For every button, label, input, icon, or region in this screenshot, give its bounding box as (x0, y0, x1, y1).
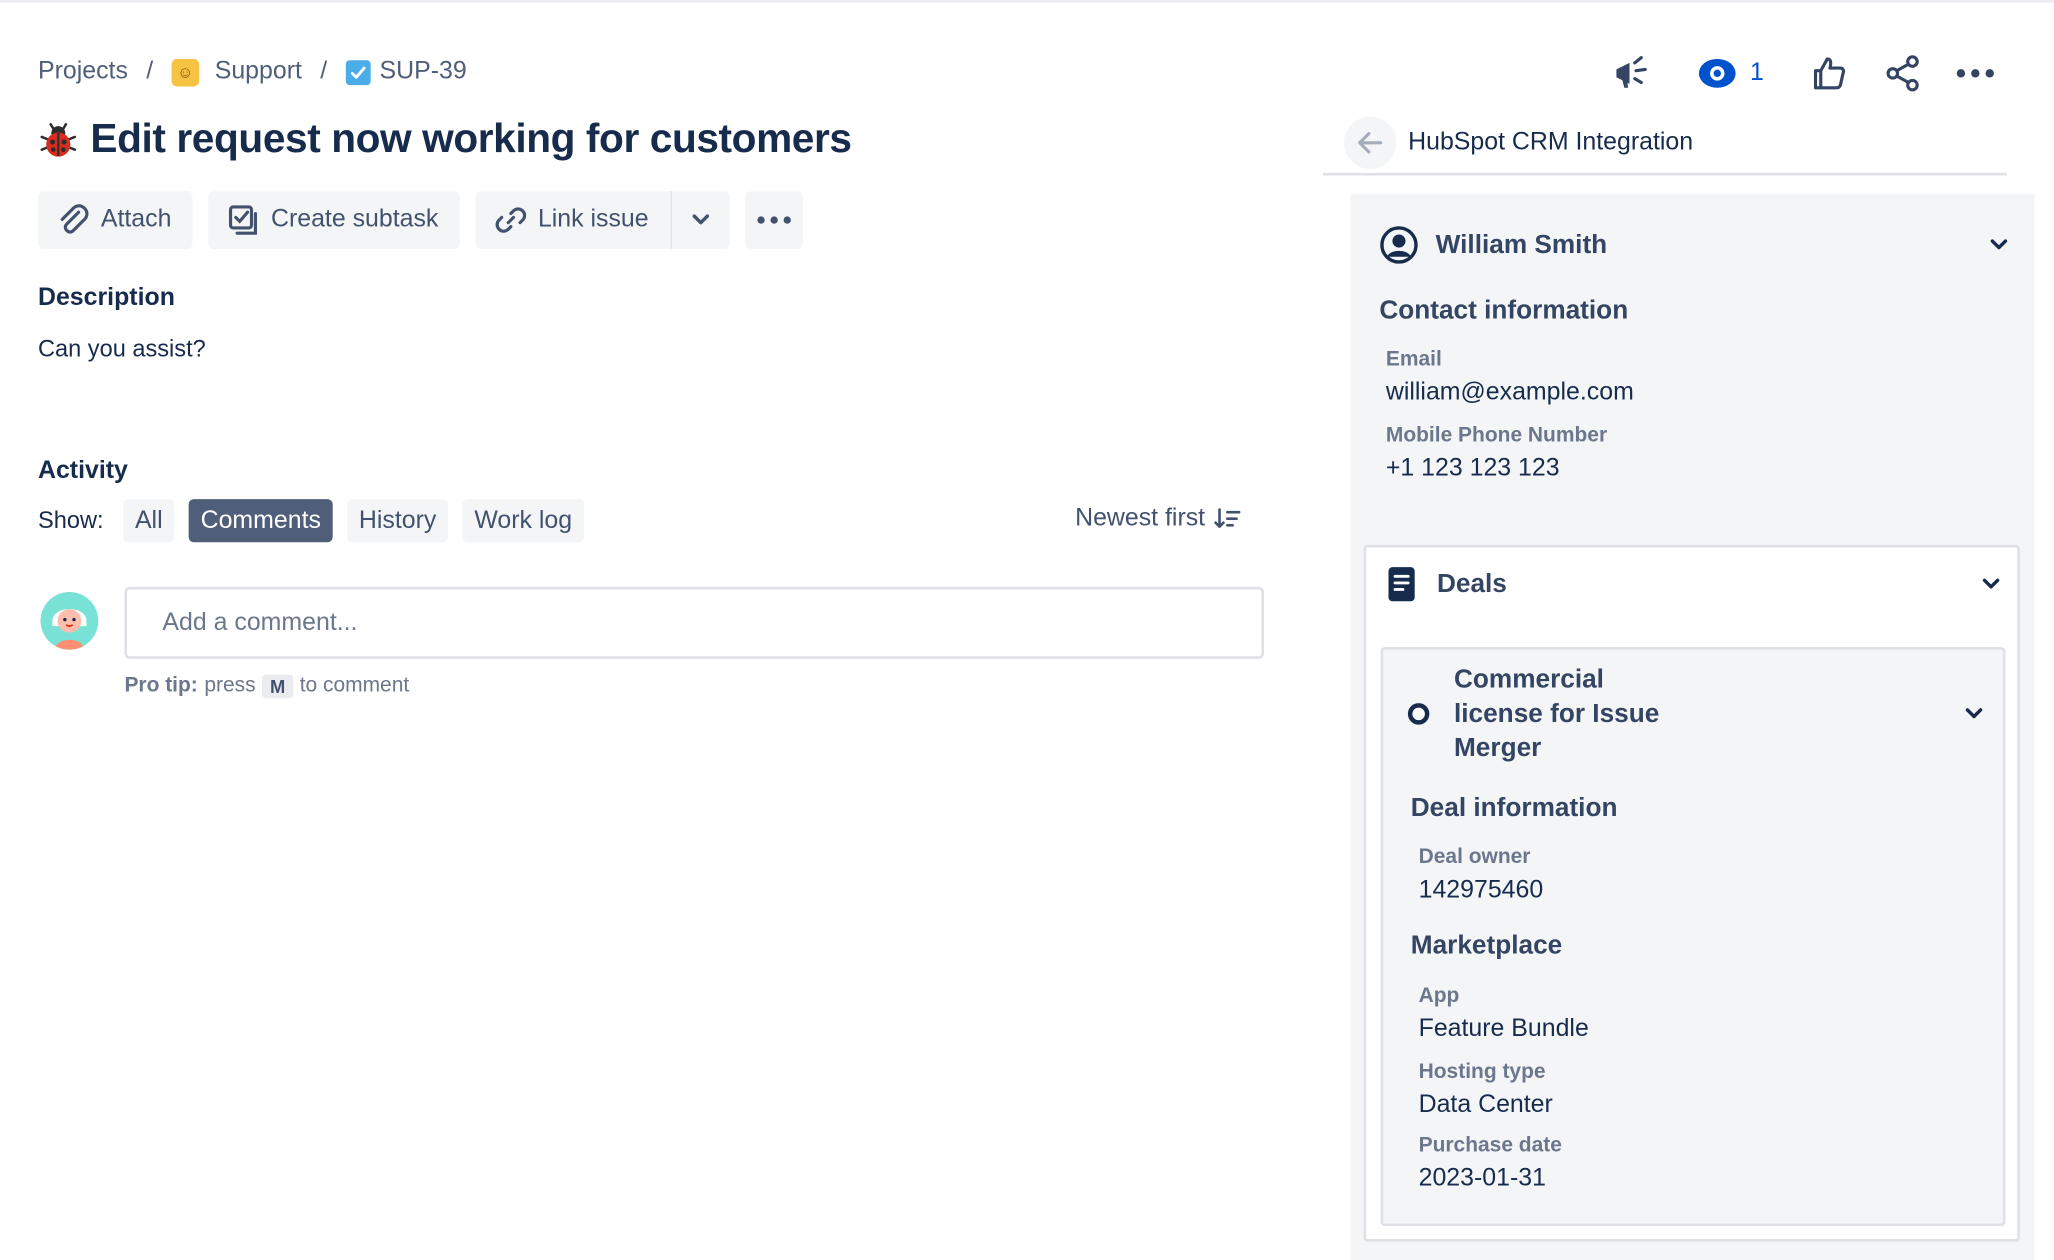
phone-value[interactable]: +1 123 123 123 (1386, 455, 1560, 484)
breadcrumb-issue[interactable]: SUP-39 (345, 57, 467, 87)
deal-item: Commercial license for Issue Merger Deal… (1380, 647, 2006, 1227)
arrow-left-icon (1358, 132, 1383, 154)
link-issue-button[interactable]: Link issue (475, 191, 673, 249)
deal-name-line: Merger (1453, 733, 1542, 763)
subtask-icon (228, 205, 257, 235)
pro-tip: Pro tip: press M to comment (124, 674, 410, 699)
filter-work-log[interactable]: Work log (462, 499, 584, 543)
pro-tip-rest: to comment (299, 674, 410, 697)
app-label: App (1418, 985, 1460, 1008)
attach-button[interactable]: Attach (37, 191, 193, 249)
sort-order-button[interactable]: Newest first (1075, 504, 1242, 533)
attach-label: Attach (100, 205, 172, 234)
avatar (40, 592, 99, 650)
deal-info-heading: Deal information (1410, 793, 1618, 823)
chevron-down-icon (692, 214, 710, 225)
link-issue-dropdown[interactable] (672, 191, 730, 249)
task-checkbox-icon (345, 59, 371, 85)
chevron-down-icon (1990, 239, 2008, 250)
watch-count: 1 (1750, 58, 1764, 87)
hosting-type-value: Data Center (1418, 1091, 1553, 1119)
activity-heading: Activity (37, 457, 128, 485)
purchase-date-value: 2023-01-31 (1418, 1164, 1546, 1193)
sort-descending-icon (1214, 508, 1241, 528)
breadcrumb-separator: / (146, 57, 154, 86)
email-label: Email (1385, 348, 1442, 371)
deals-toggle[interactable]: Deals (1387, 563, 2000, 605)
deal-name-line: license for Issue (1453, 699, 1660, 729)
contact-info-heading: Contact information (1379, 296, 1629, 325)
document-icon (1388, 567, 1415, 602)
description-text[interactable]: Can you assist? (38, 335, 206, 363)
filter-comments[interactable]: Comments (188, 499, 333, 543)
bug-icon (40, 122, 77, 156)
email-value[interactable]: william@example.com (1386, 379, 1634, 408)
ellipsis-icon (757, 216, 792, 224)
more-actions-icon[interactable] (1956, 51, 1995, 96)
eye-icon (1698, 58, 1736, 88)
link-issue-split-button: Link issue (475, 191, 730, 249)
breadcrumb-issue-key: SUP-39 (379, 57, 467, 86)
purchase-date-label: Purchase date (1418, 1134, 1562, 1157)
deal-status-circle-icon (1407, 703, 1430, 725)
link-issue-label: Link issue (537, 205, 649, 234)
breadcrumb-project[interactable]: ☺ Support (171, 57, 302, 87)
watch-button[interactable]: 1 (1698, 51, 1764, 96)
deal-name-line: Commercial (1453, 665, 1604, 695)
panel-title: HubSpot CRM Integration (1408, 128, 1694, 156)
issue-toolbar: Attach Create subtask Link issue (37, 191, 804, 249)
deals-card: Deals Commercial license for Issue Merge… (1363, 544, 2020, 1242)
link-icon (495, 207, 526, 233)
back-button[interactable] (1343, 116, 1397, 169)
pro-tip-press: press (204, 674, 256, 697)
comment-input[interactable]: Add a comment... (124, 586, 1265, 659)
contact-name: William Smith (1435, 229, 1608, 259)
deal-owner-label: Deal owner (1418, 846, 1531, 869)
deal-owner-value: 142975460 (1418, 876, 1544, 904)
show-label: Show: (37, 506, 104, 534)
shortcut-key: M (262, 674, 294, 699)
user-avatar-icon (40, 592, 99, 650)
breadcrumb-separator: / (320, 57, 328, 86)
app-value: Feature Bundle (1418, 1015, 1589, 1043)
breadcrumb: Projects / ☺ Support / SUP-39 (38, 55, 467, 89)
deal-name: Commercial license for Issue Merger (1454, 663, 1677, 765)
hosting-type-label: Hosting type (1418, 1061, 1546, 1084)
contact-person-icon (1380, 226, 1418, 264)
deals-heading: Deals (1436, 569, 1507, 598)
issue-title[interactable]: Edit request now working for customers (90, 115, 852, 162)
activity-filter-row: Show: All Comments History Work log (37, 499, 598, 543)
deal-toggle[interactable]: Commercial license for Issue Merger (1407, 663, 1983, 765)
feedback-megaphone-icon[interactable] (1611, 51, 1653, 96)
toolbar-more-button[interactable] (745, 191, 804, 249)
sort-order-label: Newest first (1075, 504, 1206, 532)
breadcrumb-projects[interactable]: Projects (38, 58, 128, 87)
issue-title-row: Edit request now working for customers (38, 115, 852, 162)
create-subtask-button[interactable]: Create subtask (208, 191, 460, 249)
share-icon[interactable] (1885, 51, 1922, 96)
phone-label: Mobile Phone Number (1385, 424, 1608, 447)
contact-toggle[interactable]: William Smith (1379, 225, 2008, 264)
paperclip-icon (60, 204, 89, 234)
create-subtask-label: Create subtask (270, 205, 439, 234)
chevron-down-icon (1965, 708, 1983, 719)
hubspot-panel: William Smith Contact information Email … (1350, 193, 2035, 1260)
comment-placeholder: Add a comment... (162, 608, 358, 636)
integration-panel-header: HubSpot CRM Integration (1322, 113, 2007, 176)
like-thumbs-up-icon[interactable] (1810, 51, 1847, 96)
filter-history[interactable]: History (347, 499, 449, 543)
chevron-down-icon (1982, 578, 2000, 589)
project-avatar-icon: ☺ (171, 58, 200, 86)
pro-tip-label: Pro tip: (124, 674, 198, 697)
breadcrumb-project-label: Support (214, 57, 302, 86)
marketplace-heading: Marketplace (1410, 931, 1563, 961)
filter-all[interactable]: All (123, 499, 175, 543)
description-heading: Description (37, 284, 175, 312)
